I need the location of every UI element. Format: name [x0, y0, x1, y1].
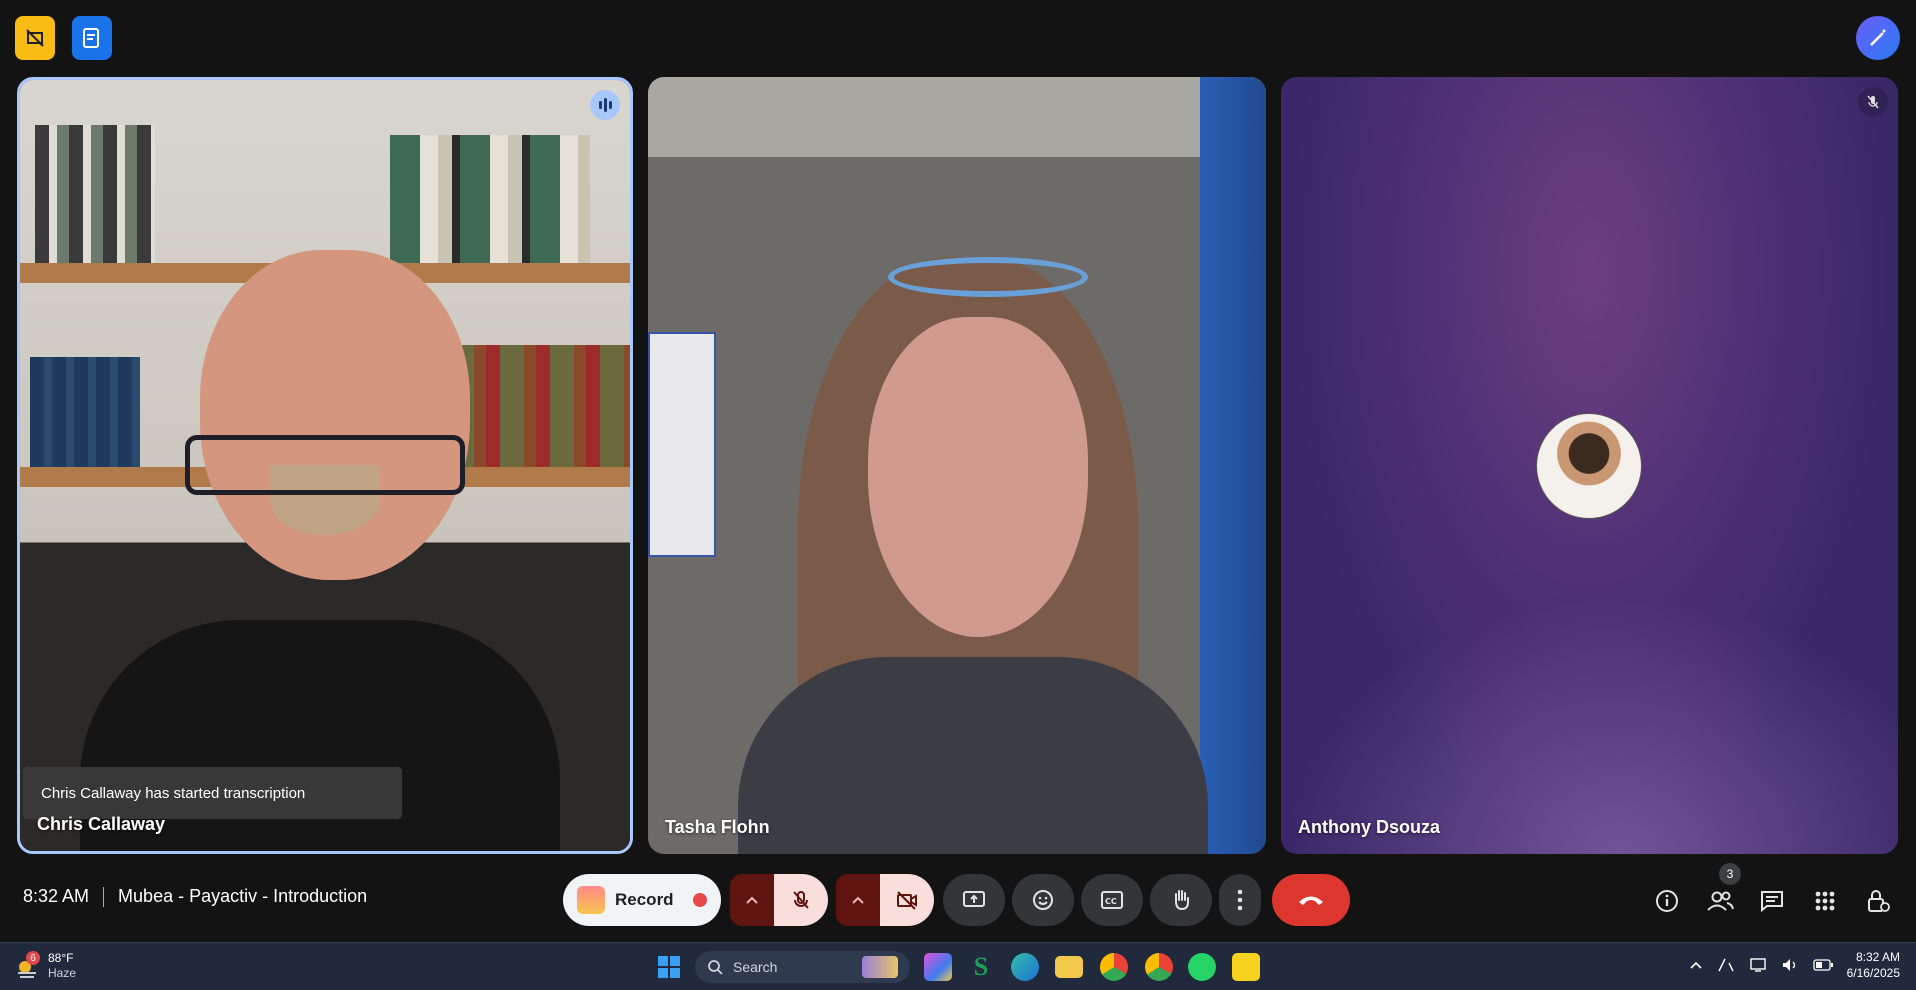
meeting-time: 8:32 AM: [23, 886, 90, 906]
captions-icon: CC: [1101, 891, 1123, 909]
people-icon: [1707, 891, 1734, 911]
weather-badge: 6: [26, 951, 40, 965]
chrome-profile-icon[interactable]: [1145, 953, 1173, 981]
meeting-controls-bar: 8:32 AM Mubea - Payactiv - Introduction …: [0, 868, 1916, 930]
temperature: 88°F: [48, 951, 74, 965]
participant-name: Tasha Flohn: [665, 817, 770, 837]
wall-calendar: [648, 332, 716, 557]
chrome-icon[interactable]: [1100, 953, 1128, 981]
start-button[interactable]: [655, 953, 683, 981]
camera-off-icon: [897, 891, 917, 910]
whatsapp-icon[interactable]: [1188, 953, 1216, 981]
record-label: Record: [615, 890, 674, 909]
raise-hand-icon: [1175, 890, 1189, 911]
record-dot-icon: [693, 893, 707, 907]
participant-name: Chris Callaway: [37, 814, 166, 834]
leave-call-button[interactable]: [1272, 874, 1350, 926]
ceiling: [648, 77, 1266, 157]
svg-text:CC: CC: [1105, 897, 1117, 906]
mic-muted-icon: [1858, 87, 1888, 117]
no-recording-indicator-button[interactable]: [15, 16, 55, 60]
search-icon: [708, 960, 723, 975]
transcript-icon: [83, 28, 99, 48]
mic-control: [730, 874, 828, 926]
copilot-icon[interactable]: [924, 953, 952, 981]
camera-control: [836, 874, 934, 926]
transcript-indicator-button[interactable]: [72, 16, 112, 60]
mic-off-icon: [793, 891, 809, 909]
more-icon: [1237, 889, 1243, 911]
chat-icon: [1761, 891, 1783, 913]
end-call-icon: [1299, 896, 1323, 905]
weather-widget[interactable]: 6 88°F Haze: [14, 951, 76, 981]
network-icon[interactable]: [1749, 957, 1767, 973]
edge-icon[interactable]: [1011, 953, 1039, 981]
mic-options-button[interactable]: [730, 874, 774, 926]
search-highlight-icon: [862, 956, 898, 978]
search-placeholder: Search: [733, 959, 778, 975]
captions-button[interactable]: CC: [1081, 874, 1143, 926]
mic-toggle-button[interactable]: [774, 874, 828, 926]
participant-video-person: [738, 257, 1208, 854]
participant-tile-chris[interactable]: Chris Callaway has started transcription…: [17, 77, 633, 854]
activities-button[interactable]: [1810, 886, 1840, 916]
more-options-button[interactable]: [1219, 874, 1261, 926]
clock-date: 6/16/2025: [1846, 966, 1900, 980]
participant-name: Anthony Dsouza: [1298, 817, 1440, 837]
top-bar: [0, 0, 1916, 76]
books: [35, 125, 155, 263]
door: [1200, 77, 1266, 854]
record-button[interactable]: Record: [563, 874, 721, 926]
meeting-details-button[interactable]: [1652, 886, 1682, 916]
host-controls-button[interactable]: [1863, 886, 1893, 916]
camera-toggle-button[interactable]: [880, 874, 934, 926]
meeting-info: 8:32 AM Mubea - Payactiv - Introduction: [23, 886, 367, 907]
reactions-button[interactable]: [1012, 874, 1074, 926]
apps-icon: [1815, 891, 1835, 911]
file-explorer-icon[interactable]: [1055, 956, 1083, 978]
present-icon: [963, 891, 985, 907]
clock-time: 8:32 AM: [1855, 950, 1900, 964]
background-glow: [1281, 594, 1898, 854]
info-icon: [1656, 890, 1678, 912]
weather-icon: 6: [14, 951, 40, 979]
volume-icon[interactable]: [1781, 957, 1799, 973]
no-video-rec-icon: [26, 29, 44, 47]
raise-hand-button[interactable]: [1150, 874, 1212, 926]
divider: [103, 886, 105, 907]
chevron-up-icon[interactable]: [1689, 960, 1703, 970]
effects-button[interactable]: [1856, 16, 1900, 60]
meeting-title: Mubea - Payactiv - Introduction: [118, 886, 368, 906]
record-app-icon: [577, 886, 605, 914]
participant-video-person: [80, 250, 560, 851]
magic-pen-icon: [1870, 29, 1886, 46]
sticky-notes-icon[interactable]: [1232, 953, 1260, 981]
language-icon[interactable]: [1717, 957, 1735, 973]
system-tray: 8:32 AM 6/16/2025: [1689, 949, 1900, 981]
battery-icon[interactable]: [1812, 959, 1833, 971]
taskbar-clock[interactable]: 8:32 AM 6/16/2025: [1847, 949, 1900, 981]
present-button[interactable]: [943, 874, 1005, 926]
chat-button[interactable]: [1757, 886, 1787, 916]
participant-tile-anthony[interactable]: Anthony Dsouza: [1281, 77, 1898, 854]
caret-up-icon: [746, 896, 758, 904]
books: [390, 135, 590, 263]
camera-options-button[interactable]: [836, 874, 880, 926]
taskbar-search[interactable]: Search: [695, 951, 910, 983]
people-button[interactable]: [1705, 886, 1735, 916]
caret-up-icon: [852, 896, 864, 904]
emoji-icon: [1033, 890, 1053, 910]
participant-tile-tasha[interactable]: Tasha Flohn: [648, 77, 1266, 854]
weather-condition: Haze: [48, 966, 77, 980]
people-count-badge: 3: [1719, 863, 1741, 885]
windows-logo-icon: [658, 956, 680, 978]
host-controls-icon: [1868, 890, 1890, 912]
sheets-app-icon[interactable]: S: [967, 952, 995, 981]
windows-taskbar: 6 88°F Haze Search S 8:32 AM 6/16/2025: [0, 942, 1916, 990]
participant-avatar: [1536, 413, 1642, 519]
speaking-indicator-icon: [590, 90, 620, 120]
transcription-toast: Chris Callaway has started transcription: [23, 767, 402, 819]
